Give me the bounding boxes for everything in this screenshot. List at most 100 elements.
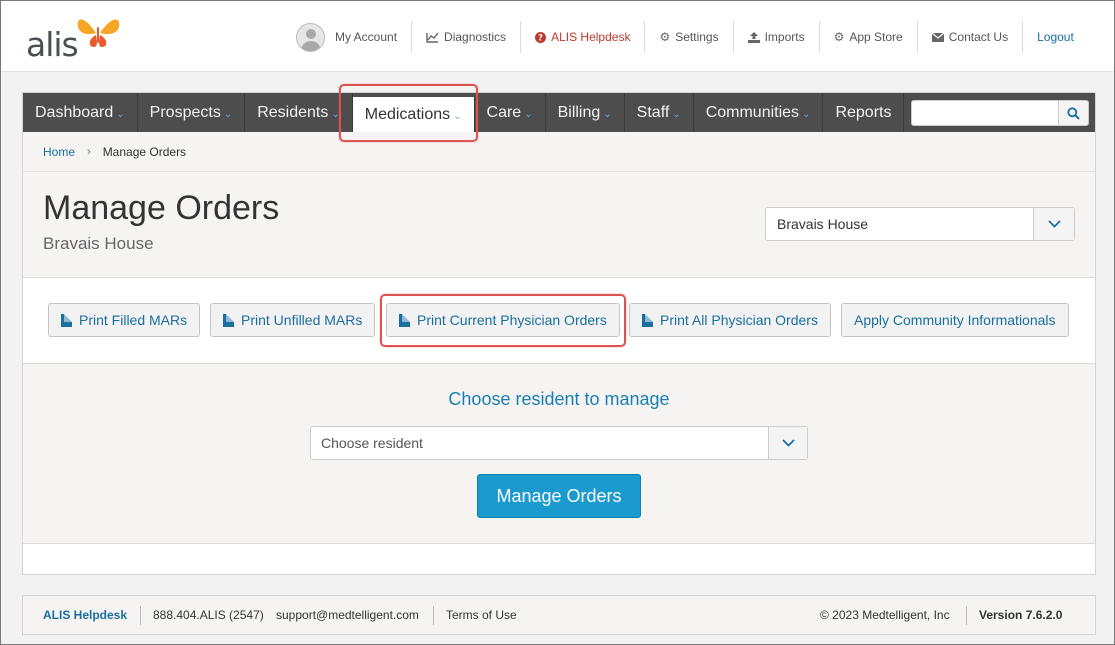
app-store-label: App Store [849, 30, 903, 44]
nav-label: Communities [705, 103, 800, 121]
chevron-down-icon: ⌄ [672, 108, 681, 120]
nav-item-dashboard[interactable]: Dashboard ⌄ [23, 93, 138, 132]
contact-us-link[interactable]: Contact Us [916, 21, 1022, 53]
file-icon [642, 313, 653, 327]
resident-select[interactable]: Choose resident [310, 426, 808, 460]
upload-icon [747, 31, 760, 43]
footer-copyright: © 2023 Medtelligent, Inc [820, 608, 950, 622]
contact-us-label: Contact Us [948, 30, 1009, 44]
footer-email[interactable]: support@medtelligent.com [276, 596, 419, 634]
nav-item-reports[interactable]: Reports [823, 93, 905, 132]
main-panel: Dashboard ⌄ Prospects ⌄ Residents ⌄ Medicat… [22, 92, 1096, 575]
chevron-down-icon: ⌄ [802, 108, 811, 120]
nav-item-prospects[interactable]: Prospects ⌄ [138, 93, 246, 132]
chevron-down-icon: ⌄ [524, 108, 533, 120]
file-icon [399, 313, 410, 327]
nav-item-residents[interactable]: Residents ⌄ [245, 93, 353, 132]
print-all-physician-orders-button[interactable]: Print All Physician Orders [629, 303, 831, 337]
breadcrumb-current: Manage Orders [102, 144, 187, 159]
my-account-link[interactable]: My Account [286, 21, 411, 53]
nav-label: Residents [257, 103, 329, 121]
gears-icon: ⚙ [833, 30, 845, 44]
gear-icon: ⚙ [659, 30, 671, 44]
button-label: Print Unfilled MARs [241, 312, 363, 328]
alis-logo[interactable]: alis [26, 13, 126, 64]
community-select-value: Bravais House [777, 216, 869, 232]
print-filled-mars-button[interactable]: Print Filled MARs [48, 303, 201, 337]
footer: ALIS Helpdesk 888.404.ALIS (2547) suppor… [22, 595, 1096, 635]
imports-link[interactable]: Imports [732, 21, 819, 53]
nav-label: Reports [835, 103, 892, 121]
file-icon [223, 313, 234, 327]
diagnostics-label: Diagnostics [444, 30, 507, 44]
diagnostics-link[interactable]: Diagnostics [411, 21, 520, 53]
envelope-icon [931, 32, 944, 42]
button-label: Apply Community Informationals [854, 312, 1056, 328]
line-chart-icon [426, 32, 439, 43]
choose-resident-heading: Choose resident to manage [448, 389, 670, 409]
settings-link[interactable]: ⚙ Settings [644, 21, 732, 53]
page-subtitle: Bravais House [43, 234, 154, 253]
page-title: Manage Orders [43, 189, 280, 227]
nav-item-staff[interactable]: Staff ⌄ [625, 93, 694, 132]
app-store-link[interactable]: ⚙ App Store [818, 21, 917, 53]
footer-helpdesk-link[interactable]: ALIS Helpdesk [43, 596, 127, 634]
button-label: Print Filled MARs [79, 312, 188, 328]
footer-version: Version 7.6.2.0 [979, 608, 1063, 622]
file-icon [61, 313, 72, 327]
footer-terms-link[interactable]: Terms of Use [446, 596, 517, 634]
breadcrumb-home-link[interactable]: Home [43, 145, 75, 159]
utility-nav: My Account Diagnostics ? ALIS Helpdesk ⚙… [286, 21, 1074, 53]
nav-label: Care [486, 103, 522, 121]
butterfly-logo-icon [77, 19, 120, 47]
footer-phone: 888.404.ALIS (2547) [153, 608, 264, 622]
imports-label: Imports [764, 30, 805, 44]
highlight-box [339, 84, 478, 142]
avatar [296, 22, 325, 52]
nav-label: Prospects [149, 103, 221, 121]
footer-divider [140, 606, 141, 625]
nav-label: Billing [557, 103, 601, 121]
print-current-physician-orders-button[interactable]: Print Current Physician Orders [386, 303, 620, 337]
logo-text: alis [26, 25, 79, 64]
helpdesk-label: ALIS Helpdesk [551, 30, 631, 44]
resident-select-value: Choose resident [321, 435, 423, 451]
nav-label: Staff [636, 103, 670, 121]
print-unfilled-mars-button[interactable]: Print Unfilled MARs [210, 303, 376, 337]
footer-divider [433, 606, 434, 625]
resident-select-toggle[interactable] [768, 427, 807, 459]
chevron-down-icon: ⌄ [603, 108, 612, 120]
manage-section: Choose resident to manage Choose residen… [23, 364, 1095, 544]
chevron-down-icon [781, 439, 795, 447]
main-nav: Dashboard ⌄ Prospects ⌄ Residents ⌄ Medicat… [23, 93, 1095, 132]
button-label: Print All Physician Orders [660, 312, 818, 328]
footer-divider [966, 606, 967, 625]
community-select-toggle[interactable] [1033, 208, 1074, 240]
question-circle-icon: ? [535, 31, 547, 43]
search-icon [1067, 106, 1080, 120]
title-bar: Manage Orders Bravais House Bravais Hous… [23, 172, 1095, 278]
print-actions-row: Print Filled MARs Print Unfilled MARs Pr… [23, 278, 1095, 364]
helpdesk-link[interactable]: ? ALIS Helpdesk [520, 21, 644, 53]
chevron-down-icon: ⌄ [223, 108, 233, 120]
search-button[interactable] [1059, 100, 1089, 126]
nav-item-communities[interactable]: Communities ⌄ [694, 93, 824, 132]
nav-item-care[interactable]: Care ⌄ [475, 93, 546, 132]
logout-link[interactable]: Logout [1022, 21, 1074, 53]
nav-label: Dashboard [35, 103, 114, 121]
nav-item-billing[interactable]: Billing ⌄ [546, 93, 625, 132]
community-select[interactable]: Bravais House [765, 207, 1075, 241]
top-header: alis My Account Diagnostics ? ALIS Helpd… [1, 1, 1114, 72]
nav-search [911, 100, 1089, 126]
breadcrumb: Home › Manage Orders [23, 132, 1095, 172]
chevron-down-icon [1047, 220, 1061, 228]
chevron-down-icon: ⌄ [116, 108, 125, 120]
apply-community-informationals-button[interactable]: Apply Community Informationals [841, 303, 1069, 337]
svg-text:?: ? [538, 33, 543, 42]
search-input[interactable] [911, 100, 1059, 126]
my-account-label: My Account [335, 30, 398, 44]
manage-orders-button[interactable]: Manage Orders [477, 474, 641, 518]
settings-label: Settings [675, 30, 719, 44]
chevron-right-icon: › [87, 145, 91, 158]
button-label: Print Current Physician Orders [417, 312, 607, 328]
